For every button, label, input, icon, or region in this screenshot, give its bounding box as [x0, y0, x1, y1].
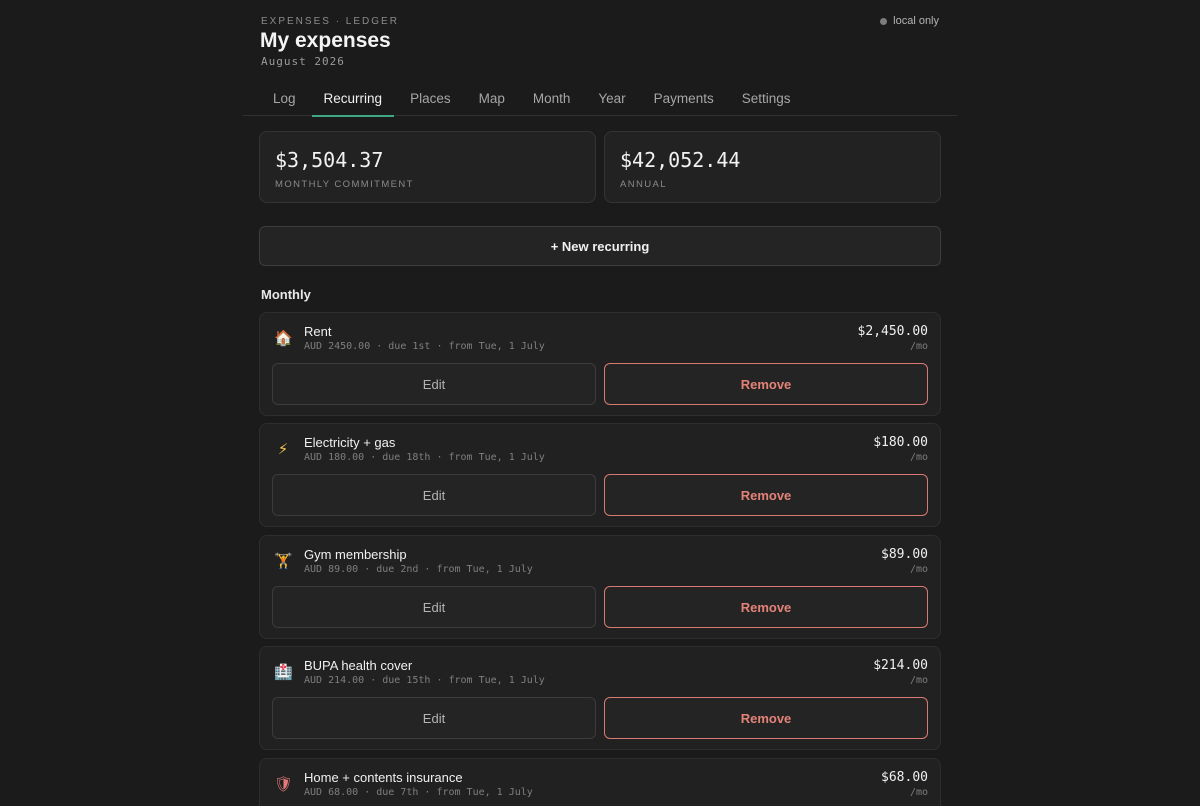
remove-button[interactable]: Remove — [604, 586, 928, 628]
remove-button[interactable]: Remove — [604, 474, 928, 516]
tab-map[interactable]: Map — [467, 82, 517, 116]
tab-settings[interactable]: Settings — [730, 82, 803, 116]
tab-log[interactable]: Log — [261, 82, 308, 116]
item-amount: $89.00 — [881, 547, 928, 562]
remove-button[interactable]: Remove — [604, 363, 928, 405]
item-meta: AUD 89.00 · due 2nd · from Tue, 1 July — [304, 564, 533, 575]
tab-bar: Log Recurring Places Map Month Year Paym… — [243, 82, 957, 117]
item-name: Home + contents insurance — [304, 770, 463, 785]
house-icon: 🏠 — [274, 330, 293, 347]
item-period: /mo — [909, 452, 928, 463]
item-period: /mo — [909, 675, 928, 686]
new-recurring-button[interactable]: + New recurring — [259, 226, 941, 266]
item-period: /mo — [909, 787, 928, 798]
edit-button[interactable]: Edit — [272, 363, 596, 405]
edit-button[interactable]: Edit — [272, 697, 596, 739]
tab-year[interactable]: Year — [586, 82, 637, 116]
app-eyebrow: EXPENSES · LEDGER — [261, 16, 399, 27]
remove-button[interactable]: Remove — [604, 697, 928, 739]
monthly-commitment-value: $3,504.37 — [275, 148, 384, 172]
status-label: local only — [893, 15, 939, 27]
item-meta: AUD 180.00 · due 18th · from Tue, 1 July — [304, 452, 545, 463]
item-amount: $214.00 — [873, 658, 928, 673]
tab-payments[interactable]: Payments — [642, 82, 726, 116]
tab-places[interactable]: Places — [398, 82, 463, 116]
item-amount: $180.00 — [873, 435, 928, 450]
gym-icon: 🏋 — [274, 553, 293, 570]
annual-card: $42,052.44 ANNUAL — [604, 131, 941, 203]
shield-icon: 🛡 — [274, 776, 294, 793]
item-name: Rent — [304, 324, 332, 339]
hospital-icon: 🏥 — [274, 664, 293, 681]
item-name: Electricity + gas — [304, 435, 396, 450]
monthly-commitment-card: $3,504.37 MONTHLY COMMITMENT — [259, 131, 596, 203]
monthly-commitment-label: MONTHLY COMMITMENT — [275, 179, 414, 190]
lightning-icon: ⚡ — [277, 441, 289, 458]
item-period: /mo — [909, 564, 928, 575]
edit-button[interactable]: Edit — [272, 474, 596, 516]
recurring-item-electricity: ⚡ Electricity + gas AUD 180.00 · due 18t… — [259, 423, 941, 527]
tab-month[interactable]: Month — [521, 82, 583, 116]
page-title: My expenses — [260, 29, 391, 52]
edit-button[interactable]: Edit — [272, 586, 596, 628]
recurring-item-gym: 🏋 Gym membership AUD 89.00 · due 2nd · f… — [259, 535, 941, 639]
recurring-item-health-cover: 🏥 BUPA health cover AUD 214.00 · due 15t… — [259, 646, 941, 750]
section-title-monthly: Monthly — [261, 287, 311, 302]
annual-value: $42,052.44 — [620, 148, 741, 172]
tab-recurring[interactable]: Recurring — [311, 82, 395, 117]
item-meta: AUD 214.00 · due 15th · from Tue, 1 July — [304, 675, 545, 686]
item-amount: $68.00 — [881, 770, 928, 785]
recurring-item-rent: 🏠 Rent AUD 2450.00 · due 1st · from Tue,… — [259, 312, 941, 416]
storage-status: local only — [880, 15, 939, 27]
item-meta: AUD 2450.00 · due 1st · from Tue, 1 July — [304, 341, 545, 352]
item-period: /mo — [909, 341, 928, 352]
annual-label: ANNUAL — [620, 179, 667, 190]
status-dot-icon — [880, 17, 888, 25]
page-subtitle: August 2026 — [261, 55, 345, 68]
item-amount: $2,450.00 — [857, 324, 928, 339]
recurring-item-home-insurance: 🛡 Home + contents insurance AUD 68.00 · … — [259, 758, 941, 806]
item-name: Gym membership — [304, 547, 407, 562]
item-name: BUPA health cover — [304, 658, 413, 673]
item-meta: AUD 68.00 · due 7th · from Tue, 1 July — [304, 787, 533, 798]
app-root: EXPENSES · LEDGER local only My expenses… — [0, 0, 1200, 806]
